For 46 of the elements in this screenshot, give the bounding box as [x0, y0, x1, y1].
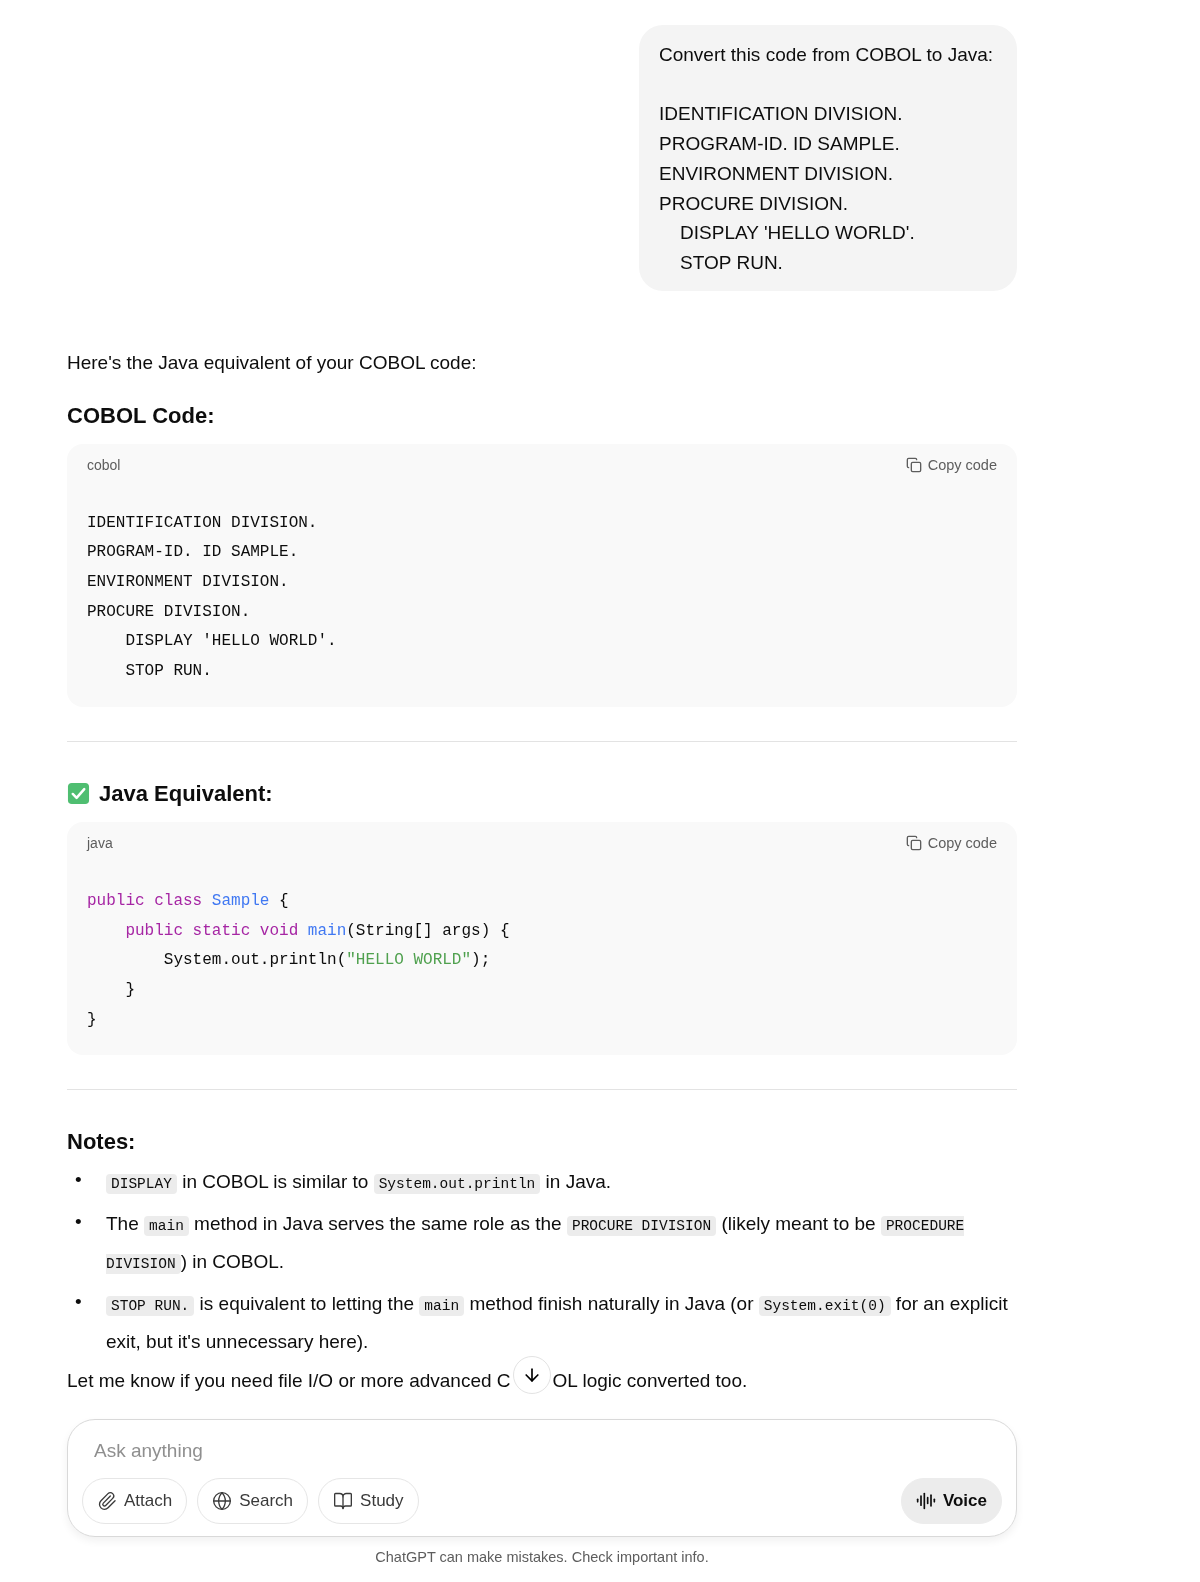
attach-button[interactable]: Attach [82, 1478, 188, 1525]
code-language: cobol [87, 456, 121, 473]
code-line: System.out.println("HELLO WORLD"); [162, 950, 491, 972]
message-line: ENVIRONMENT DIVISION. [659, 161, 893, 186]
copy-icon [905, 834, 922, 851]
message-line: PROCURE DIVISION. [659, 191, 848, 216]
message-line: Convert this code from COBOL to Java: [659, 43, 994, 67]
book-icon [333, 1491, 354, 1512]
code-line: public class Sample { [87, 890, 289, 912]
message-line: PROGRAM-ID. ID SAMPLE. [659, 132, 900, 157]
bullet: • [75, 1210, 83, 1235]
section-heading: Java Equivalent: [99, 779, 273, 808]
code-line: PROGRAM-ID. ID SAMPLE. [87, 542, 299, 564]
copy-code-button[interactable]: Copy code [905, 834, 997, 851]
code-line: public static void main(String[] args) { [124, 920, 510, 942]
message-line: STOP RUN. [679, 250, 783, 275]
copy-icon [905, 456, 922, 473]
note-text: STOP RUN. is equivalent to letting the main method finish naturally in Java (or System.exit(0) for an explicit exit, but it's unnecessary here). [106, 1292, 1009, 1355]
code-line: STOP RUN. [124, 661, 212, 683]
paperclip-icon [97, 1491, 117, 1512]
disclaimer-text: ChatGPT can make mistakes. Check important info. [374, 1549, 710, 1566]
note-text: DISPLAY in COBOL is similar to System.out.println in Java. [106, 1162, 1017, 1205]
notes-heading: Notes: [67, 1128, 136, 1157]
voice-button[interactable]: Voice [900, 1478, 1002, 1525]
code-line: } [124, 979, 135, 1001]
scroll-down-button[interactable] [512, 1356, 551, 1395]
bullet: • [75, 1290, 83, 1315]
code-line: ENVIRONMENT DIVISION. [87, 572, 289, 593]
code-line: PROCURE DIVISION. [87, 601, 251, 623]
message-line: DISPLAY 'HELLO WORLD'. [679, 221, 915, 246]
copy-code-button[interactable]: Copy code [905, 456, 997, 473]
code-line: DISPLAY 'HELLO WORLD'. [124, 631, 337, 653]
message-line: IDENTIFICATION DIVISION. [659, 102, 903, 127]
code-line: IDENTIFICATION DIVISION. [87, 512, 318, 534]
message-input[interactable]: Ask anything [82, 1440, 1002, 1463]
bullet: • [75, 1168, 83, 1193]
globe-icon [212, 1491, 233, 1512]
response-intro: Here's the Java equivalent of your COBOL code: [67, 350, 478, 375]
search-button[interactable]: Search [197, 1478, 309, 1525]
code-language: java [87, 834, 113, 851]
study-button[interactable]: Study [318, 1478, 419, 1525]
closing-text: OL logic converted too. [552, 1369, 748, 1394]
section-heading: COBOL Code: [67, 401, 215, 430]
audio-wave-icon [915, 1491, 936, 1512]
closing-text: Let me know if you need file I/O or more advanced C [67, 1369, 511, 1394]
code-line: } [87, 1009, 97, 1031]
